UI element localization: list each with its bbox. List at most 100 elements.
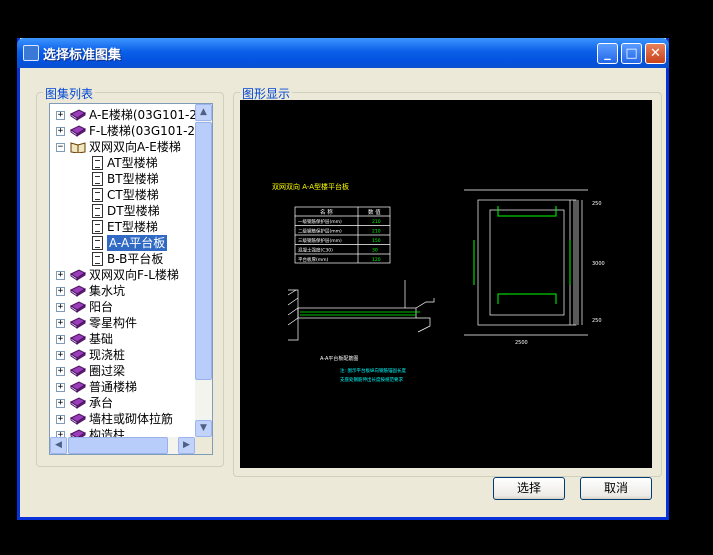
tree-leaf-item[interactable]: ET型楼梯	[50, 219, 197, 235]
tree-folder-item[interactable]: + 阳台	[50, 299, 197, 315]
expand-toggle-icon[interactable]: +	[56, 127, 65, 136]
tree-item-label: 阳台	[89, 300, 114, 314]
open-book-icon	[70, 141, 86, 154]
section-rebar	[300, 311, 420, 316]
table-cell: 三级钢筋保护层(mm)	[298, 237, 342, 244]
collapse-toggle-icon[interactable]: −	[56, 143, 65, 152]
plan-rebar	[473, 206, 571, 304]
document-icon	[92, 172, 103, 186]
tree-item-label: BT型楼梯	[107, 172, 159, 186]
table-cell: 混凝土强度(C30)	[298, 247, 333, 254]
chevron-down-icon: ▼	[200, 423, 207, 433]
expand-toggle-icon[interactable]: +	[56, 399, 65, 408]
drawing-note: 注: 图示平台板纵向钢筋锚固长度	[340, 367, 406, 374]
maximize-button[interactable]: □	[621, 43, 642, 64]
tree-leaf-item[interactable]: DT型楼梯	[50, 203, 197, 219]
tree-folder-item[interactable]: + 承台	[50, 395, 197, 411]
book-icon	[70, 349, 87, 361]
minimize-icon: _	[604, 46, 611, 61]
book-icon	[70, 301, 87, 313]
plan-dimension: 3000	[592, 261, 605, 267]
expand-toggle-icon[interactable]: +	[56, 287, 65, 296]
tree-item-label: B-B平台板	[107, 252, 164, 266]
atlas-tree[interactable]: + A-E楼梯(03G101-2) + F-L楼梯(03G101-2) − 双网双向A-E…	[49, 103, 213, 455]
scroll-up-button[interactable]: ▲	[195, 104, 212, 121]
tree-item-label: ET型楼梯	[107, 220, 158, 234]
tree-item-label: 圈过梁	[89, 364, 126, 378]
expand-toggle-icon[interactable]: +	[56, 383, 65, 392]
expand-toggle-icon[interactable]: +	[56, 335, 65, 344]
cancel-button[interactable]: 取消	[580, 477, 652, 500]
tree-folder-item[interactable]: + 零星构件	[50, 315, 197, 331]
tree-item-label: 承台	[89, 396, 114, 410]
drawing-heading: 双网双向 A-A型楼平台板	[272, 182, 349, 191]
expand-toggle-icon[interactable]: +	[56, 415, 65, 424]
scroll-left-button[interactable]: ◀	[50, 437, 67, 454]
vertical-scrollbar[interactable]: ▲ ▼	[195, 104, 212, 437]
tree-item-label: 现浇桩	[89, 348, 126, 362]
tree-item-label: 双网双向A-E楼梯	[89, 140, 181, 154]
horizontal-scrollbar[interactable]: ◀ ▶	[50, 437, 195, 454]
expand-toggle-icon[interactable]: +	[56, 271, 65, 280]
select-button[interactable]: 选择	[493, 477, 565, 500]
tree-item-label: CT型楼梯	[107, 188, 159, 202]
expand-toggle-icon[interactable]: +	[56, 111, 65, 120]
expand-toggle-icon[interactable]: +	[56, 351, 65, 360]
tree-folder-item[interactable]: + A-E楼梯(03G101-2)	[50, 107, 202, 123]
book-icon	[70, 285, 87, 297]
scroll-down-button[interactable]: ▼	[195, 420, 212, 437]
plan-view	[464, 189, 588, 336]
tree-leaf-item[interactable]: BT型楼梯	[50, 171, 197, 187]
tree-folder-item[interactable]: + 圈过梁	[50, 363, 197, 379]
tree-item-label: 墙柱或砌体拉筋	[89, 412, 174, 426]
tree-folder-item[interactable]: − 双网双向A-E楼梯	[50, 139, 197, 155]
expand-toggle-icon[interactable]: +	[56, 319, 65, 328]
tree-leaf-item[interactable]: CT型楼梯	[50, 187, 197, 203]
close-button[interactable]: ✕	[645, 43, 666, 64]
document-icon	[92, 236, 103, 250]
tree-folder-item[interactable]: + 基础	[50, 331, 197, 347]
table-cell: 一级钢筋保护层(mm)	[298, 218, 342, 225]
book-icon	[70, 317, 87, 329]
plan-dimension: 250	[592, 318, 602, 324]
title-bar[interactable]: 选择标准图集 _ □ ✕	[17, 38, 669, 68]
horizontal-scroll-thumb[interactable]	[68, 437, 168, 454]
tree-folder-item[interactable]: + F-L楼梯(03G101-2)	[50, 123, 200, 139]
table-header: 名 称	[320, 208, 333, 216]
tree-folder-item[interactable]: + 集水坑	[50, 283, 197, 299]
document-icon	[92, 252, 103, 266]
table-cell: 二级钢筋保护层(mm)	[298, 228, 342, 235]
tree-group-label: 图集列表	[43, 85, 96, 102]
tree-item-label: 集水坑	[89, 284, 126, 298]
section-view	[287, 280, 435, 341]
tree-leaf-item[interactable]: A-A平台板	[50, 235, 197, 251]
table-cell: 120	[372, 257, 381, 263]
vertical-scroll-thumb[interactable]	[195, 122, 212, 380]
book-icon	[70, 333, 87, 345]
tree-item-label: 普通楼梯	[89, 380, 138, 394]
book-icon	[70, 381, 87, 393]
tree-leaf-item[interactable]: B-B平台板	[50, 251, 197, 267]
table-cell: 平台板厚(mm)	[298, 256, 329, 263]
drawing-preview: 双网双向 A-A型楼平台板 名 称 数 值 一级钢筋保护层(mm) 210 二级…	[240, 100, 652, 468]
plan-dimension: 2500	[515, 340, 528, 346]
tree-folder-item[interactable]: + 双网双向F-L楼梯	[50, 267, 197, 283]
minimize-button[interactable]: _	[597, 43, 618, 64]
expand-toggle-icon[interactable]: +	[56, 367, 65, 376]
tree-item-label: F-L楼梯(03G101-2)	[89, 124, 200, 138]
tree-folder-item[interactable]: + 现浇桩	[50, 347, 197, 363]
book-icon	[70, 109, 87, 121]
tree-folder-item[interactable]: + 墙柱或砌体拉筋	[50, 411, 197, 427]
table-header: 数 值	[368, 208, 381, 216]
tree-folder-item[interactable]: + 普通楼梯	[50, 379, 197, 395]
tree-item-label: AT型楼梯	[107, 156, 158, 170]
tree-leaf-item[interactable]: AT型楼梯	[50, 155, 197, 171]
book-icon	[70, 125, 87, 137]
window-title: 选择标准图集	[43, 48, 122, 63]
scroll-right-button[interactable]: ▶	[178, 437, 195, 454]
chevron-up-icon: ▲	[200, 107, 207, 117]
book-icon	[70, 269, 87, 281]
drawing-note: 支座处钢筋伸出长度按规范要求	[340, 376, 403, 383]
chevron-left-icon: ◀	[55, 440, 62, 450]
expand-toggle-icon[interactable]: +	[56, 303, 65, 312]
